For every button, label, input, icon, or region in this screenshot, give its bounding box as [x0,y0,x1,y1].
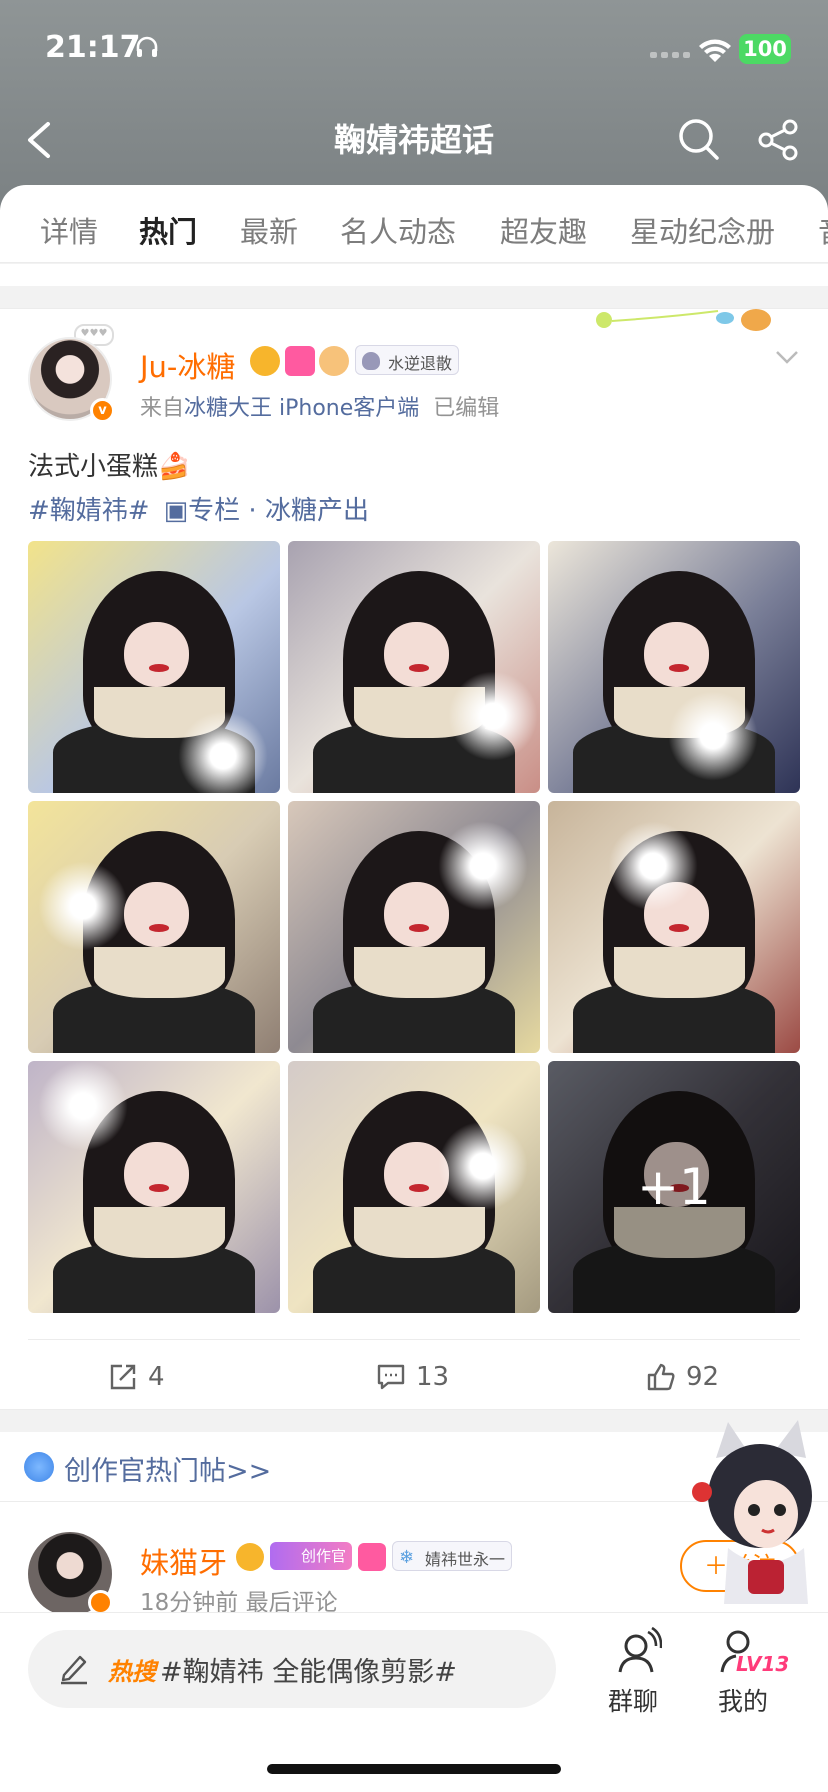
username[interactable]: Ju-冰糖 [140,344,235,386]
photo-thumbnail[interactable] [28,801,280,1053]
crown-badge-icon [250,346,280,376]
tab-fan-fun[interactable]: 超友趣 [500,209,587,251]
hot-search-label: 热搜 [108,1658,156,1686]
photo-thumbnail[interactable] [288,1061,540,1313]
headphones-icon [136,36,158,57]
snowflake-icon: ❄ [399,1547,415,1568]
photo-thumbnail[interactable] [28,1061,280,1313]
status-time: 21:17 [45,30,141,65]
more-photos-count: +1 [548,1061,800,1313]
like-button[interactable]: 92 [646,1357,719,1397]
repost-icon [110,1364,136,1390]
tab-bar: 详情 热门 最新 名人动态 超友趣 星动纪念册 音 [0,185,828,263]
photo-thumbnail[interactable] [28,541,280,793]
level-badge-icon [358,1543,386,1571]
creator-badge: 创作官 [270,1542,352,1570]
cat-badge-icon [319,346,349,376]
tab-hot[interactable]: 热门 [139,209,197,251]
level-badge: LV13 [736,1652,790,1676]
column-link[interactable]: ▣专栏 · 冰糖产出 [164,496,369,526]
photo-thumbnail-more[interactable]: +1 [548,1061,800,1313]
status-bar: 21:17 100 [0,0,828,100]
tab-memorial-album[interactable]: 星动纪念册 [630,209,775,251]
cellular-signal-icon [650,52,690,58]
photo-thumbnail[interactable] [548,801,800,1053]
fan-badge[interactable]: ❄ 婧祎世永一 [392,1541,512,1571]
post-tags: #鞠婧祎# ▣专栏 · 冰糖产出 [28,490,369,527]
home-indicator [267,1764,561,1774]
chevron-down-icon[interactable] [774,344,800,370]
divider [28,1339,800,1340]
thumbs-up-icon [647,1363,675,1391]
like-count: 92 [686,1362,720,1392]
crown-badge-icon [236,1543,264,1571]
me-label[interactable]: 我的 [718,1682,768,1718]
source-prefix: 来自 [140,396,185,421]
fan-badge-label: 水逆退散 [388,354,453,373]
tab-details[interactable]: 详情 [40,209,98,251]
tab-celebrity[interactable]: 名人动态 [340,209,456,251]
edited-label: 已编辑 [433,396,500,421]
battery-indicator: 100 [739,34,791,64]
level-badge-icon [285,346,315,376]
divider [0,264,828,286]
tab-music[interactable]: 音 [818,209,828,251]
hot-search-query[interactable]: #鞠婧祎 全能偶像剪影# [160,1650,457,1689]
group-chat-label[interactable]: 群聊 [608,1682,658,1718]
fan-badge-label: 婧祎世永一 [425,1550,506,1569]
group-chat-icon[interactable] [612,1626,662,1676]
repost-count: 4 [148,1362,165,1392]
comment-icon [377,1364,405,1390]
username[interactable]: 妹猫牙 [140,1540,227,1582]
photo-thumbnail[interactable] [288,541,540,793]
hot-posts-label: 创作官热门帖>> [64,1456,272,1487]
post-meta: 来自冰糖大王 iPhone客户端 已编辑 [140,390,499,422]
photo-thumbnail[interactable] [548,541,800,793]
tab-latest[interactable]: 最新 [240,209,298,251]
hashtag-link[interactable]: #鞠婧祎# [28,496,150,526]
post-text: 法式小蛋糕🍰 [28,452,191,482]
comment-button[interactable]: 13 [376,1357,449,1397]
verified-icon: v [90,398,115,423]
star-icon [24,1452,54,1482]
lotus-icon [362,352,380,370]
comment-count: 13 [416,1362,450,1392]
source-link[interactable]: 冰糖大王 iPhone客户端 [184,396,419,421]
repost-button[interactable]: 4 [108,1357,165,1397]
mascot-sticker[interactable] [688,1418,828,1608]
photo-grid: +1 [28,541,800,1313]
search-icon[interactable] [676,116,720,162]
wifi-icon [699,39,731,62]
share-icon[interactable] [756,118,800,162]
photo-thumbnail[interactable] [288,801,540,1053]
card-decoration [596,309,771,331]
fan-badge[interactable]: 水逆退散 [355,345,459,375]
pencil-icon [61,1655,87,1685]
